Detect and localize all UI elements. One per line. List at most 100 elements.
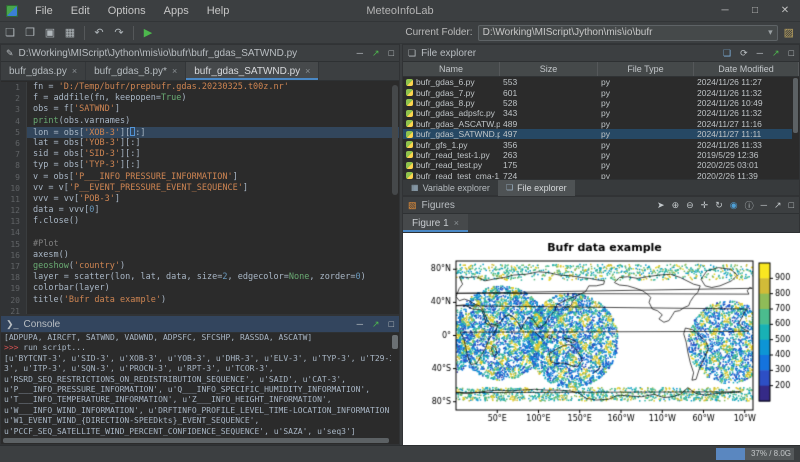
console-output[interactable]: [ADPUPA, AIRCFT, SATWND, VADWND, ADPSFC,… bbox=[4, 333, 391, 436]
panel-minimize-icon[interactable]: ─ bbox=[357, 319, 363, 329]
identify-icon[interactable]: ⓘ bbox=[745, 199, 754, 212]
python-file-icon bbox=[406, 162, 413, 169]
undo-icon[interactable]: ↶ bbox=[89, 26, 109, 39]
editor-tab[interactable]: bufr_gdas_8.py* × bbox=[86, 62, 186, 80]
python-file-icon bbox=[406, 99, 413, 106]
panel-float-icon[interactable]: ↗ bbox=[774, 200, 782, 211]
redo-icon[interactable]: ↷ bbox=[109, 26, 129, 39]
table-row[interactable]: bufr_gfs_1.py356py2024/11/26 11:33 bbox=[403, 139, 792, 149]
column-header-date-modified[interactable]: Date Modified bbox=[694, 62, 799, 76]
file-modified: 2024/11/26 11:32 bbox=[694, 88, 792, 98]
browse-folder-icon[interactable]: ▨ bbox=[784, 26, 794, 39]
save-icon[interactable]: ▣ bbox=[40, 26, 60, 39]
code-line: 20title('Bufr data example') bbox=[1, 295, 399, 306]
figure-tab-label: Figure 1 bbox=[412, 218, 449, 229]
editor-scrollbar[interactable] bbox=[392, 85, 398, 195]
table-row[interactable]: bufr_gdas_ASCATW.py489py2024/11/27 11:16 bbox=[403, 119, 792, 129]
zoom-out-icon[interactable]: ⊖ bbox=[686, 200, 694, 211]
tab-label: Variable explorer bbox=[423, 183, 490, 193]
bufr-map-plot bbox=[403, 233, 800, 446]
table-row[interactable]: bufr_gdas_SATWND.py497py2024/11/27 11:11 bbox=[403, 129, 792, 139]
file-modified: 2019/5/29 12:36 bbox=[694, 150, 792, 160]
window-close-icon[interactable]: ✕ bbox=[770, 0, 800, 22]
main-area: ✎ D:\Working\MIScript\Jython\mis\io\bufr… bbox=[0, 44, 800, 445]
panel-minimize-icon[interactable]: ─ bbox=[761, 200, 767, 210]
panel-float-icon[interactable]: ↗ bbox=[372, 319, 380, 330]
panel-maximize-icon[interactable]: □ bbox=[389, 319, 394, 329]
panel-maximize-icon[interactable]: □ bbox=[789, 48, 794, 58]
table-row[interactable]: bufr_gdas_adpsfc.py343py2024/11/26 11:32 bbox=[403, 108, 792, 118]
editor-tab-label: bufr_gdas_8.py* bbox=[94, 66, 167, 77]
file-table-scrollbar[interactable] bbox=[793, 78, 798, 133]
globe-icon[interactable]: ◉ bbox=[730, 200, 738, 211]
table-row[interactable]: bufr_gdas_6.py553py2024/11/26 11:27 bbox=[403, 77, 792, 87]
file-explorer-title: File explorer bbox=[421, 48, 476, 59]
table-row[interactable]: bufr_read_test_cma-1.py724py2020/2/26 11… bbox=[403, 171, 792, 179]
column-header-size[interactable]: Size bbox=[500, 62, 598, 76]
python-file-icon bbox=[406, 141, 413, 148]
close-icon[interactable]: × bbox=[72, 66, 77, 76]
table-row[interactable]: bufr_gdas_8.py528py2024/11/26 10:49 bbox=[403, 98, 792, 108]
panel-maximize-icon[interactable]: □ bbox=[389, 48, 394, 58]
panel-float-icon[interactable]: ↗ bbox=[372, 48, 380, 59]
file-type: py bbox=[598, 119, 694, 129]
pan-icon[interactable]: ✛ bbox=[701, 200, 709, 211]
open-file-icon[interactable]: ❐ bbox=[20, 26, 40, 39]
main-toolbar: ❏ ❐ ▣ ▦ ↶ ↷ ▶ Current Folder: D:\Working… bbox=[0, 22, 800, 44]
file-explorer-panel: ❏ File explorer ❏ ⟳ ─ ↗ □ NameSizeFile T… bbox=[402, 44, 800, 196]
table-row[interactable]: bufr_read_test-1.py263py2019/5/29 12:36 bbox=[403, 150, 792, 160]
toolbar-separator bbox=[84, 26, 85, 40]
run-script-icon[interactable]: ▶ bbox=[138, 26, 158, 39]
console-line: 3', u'ITP-3', u'SQN-3', u'PROCN-3', u'RP… bbox=[4, 364, 391, 374]
file-table-header: NameSizeFile TypeDate Modified bbox=[403, 62, 799, 77]
menu-apps[interactable]: Apps bbox=[155, 5, 198, 17]
python-file-icon bbox=[406, 89, 413, 96]
panel-minimize-icon[interactable]: ─ bbox=[757, 48, 763, 58]
tab-file-explorer[interactable]: ❏File explorer bbox=[498, 180, 575, 196]
editor-file-path: D:\Working\MIScript\Jython\mis\io\bufr\b… bbox=[19, 48, 298, 59]
line-number: 8 bbox=[1, 160, 27, 171]
file-size: 175 bbox=[500, 160, 598, 170]
refresh-icon[interactable]: ⟳ bbox=[740, 48, 748, 59]
menu-options[interactable]: Options bbox=[99, 5, 155, 17]
menu-edit[interactable]: Edit bbox=[62, 5, 99, 17]
editor-tab[interactable]: bufr_gdas.py× bbox=[1, 62, 86, 80]
console-vertical-scrollbar[interactable] bbox=[392, 335, 398, 349]
console-horizontal-scrollbar[interactable] bbox=[3, 438, 389, 443]
table-icon: ▦ bbox=[411, 183, 419, 192]
figure-canvas-area[interactable] bbox=[403, 233, 799, 444]
line-number: 3 bbox=[1, 104, 27, 115]
editor-tab[interactable]: bufr_gdas_SATWND.py× bbox=[186, 62, 319, 80]
select-cursor-icon[interactable]: ➤ bbox=[657, 200, 665, 211]
close-icon[interactable]: × bbox=[172, 66, 177, 76]
window-minimize-icon[interactable]: ─ bbox=[710, 0, 740, 22]
close-icon[interactable]: × bbox=[454, 218, 459, 228]
menu-help[interactable]: Help bbox=[198, 5, 239, 17]
code-editor[interactable]: 1fn = 'D:/Temp/bufr/prepbufr.gdas.202303… bbox=[1, 82, 399, 314]
memory-usage-text: 37% / 8.0G bbox=[751, 448, 791, 460]
console-line: [u'BYTCNT-3', u'SID-3', u'XOB-3', u'YOB-… bbox=[4, 354, 391, 364]
zoom-in-icon[interactable]: ⊕ bbox=[672, 200, 680, 211]
current-folder-combobox[interactable]: D:\Working\MIScript\Jython\mis\io\bufr ▾ bbox=[478, 25, 778, 41]
status-bar: 37% / 8.0G bbox=[0, 445, 800, 462]
file-name: bufr_gdas_6.py bbox=[416, 77, 475, 87]
table-row[interactable]: bufr_read_test.py175py2020/2/25 03:01 bbox=[403, 160, 792, 170]
save-all-icon[interactable]: ▦ bbox=[60, 26, 80, 39]
rotate-icon[interactable]: ↻ bbox=[715, 200, 723, 211]
table-row[interactable]: bufr_gdas_7.py601py2024/11/26 11:32 bbox=[403, 87, 792, 97]
line-number: 13 bbox=[1, 216, 27, 227]
column-header-name[interactable]: Name bbox=[403, 62, 500, 76]
new-document-icon[interactable]: ❏ bbox=[723, 48, 731, 59]
file-name: bufr_gfs_1.py bbox=[416, 140, 468, 150]
figure-tab[interactable]: Figure 1 × bbox=[403, 214, 468, 232]
panel-float-icon[interactable]: ↗ bbox=[772, 48, 780, 59]
panel-maximize-icon[interactable]: □ bbox=[789, 200, 794, 210]
column-header-file-type[interactable]: File Type bbox=[598, 62, 694, 76]
panel-minimize-icon[interactable]: ─ bbox=[357, 48, 363, 58]
tab-variable-explorer[interactable]: ▦ Variable explorer bbox=[403, 180, 498, 196]
close-icon[interactable]: × bbox=[305, 66, 310, 76]
menu-file[interactable]: File bbox=[26, 5, 62, 17]
window-maximize-icon[interactable]: □ bbox=[740, 0, 770, 22]
chevron-down-icon[interactable]: ▾ bbox=[764, 27, 773, 38]
new-file-icon[interactable]: ❏ bbox=[0, 26, 20, 39]
